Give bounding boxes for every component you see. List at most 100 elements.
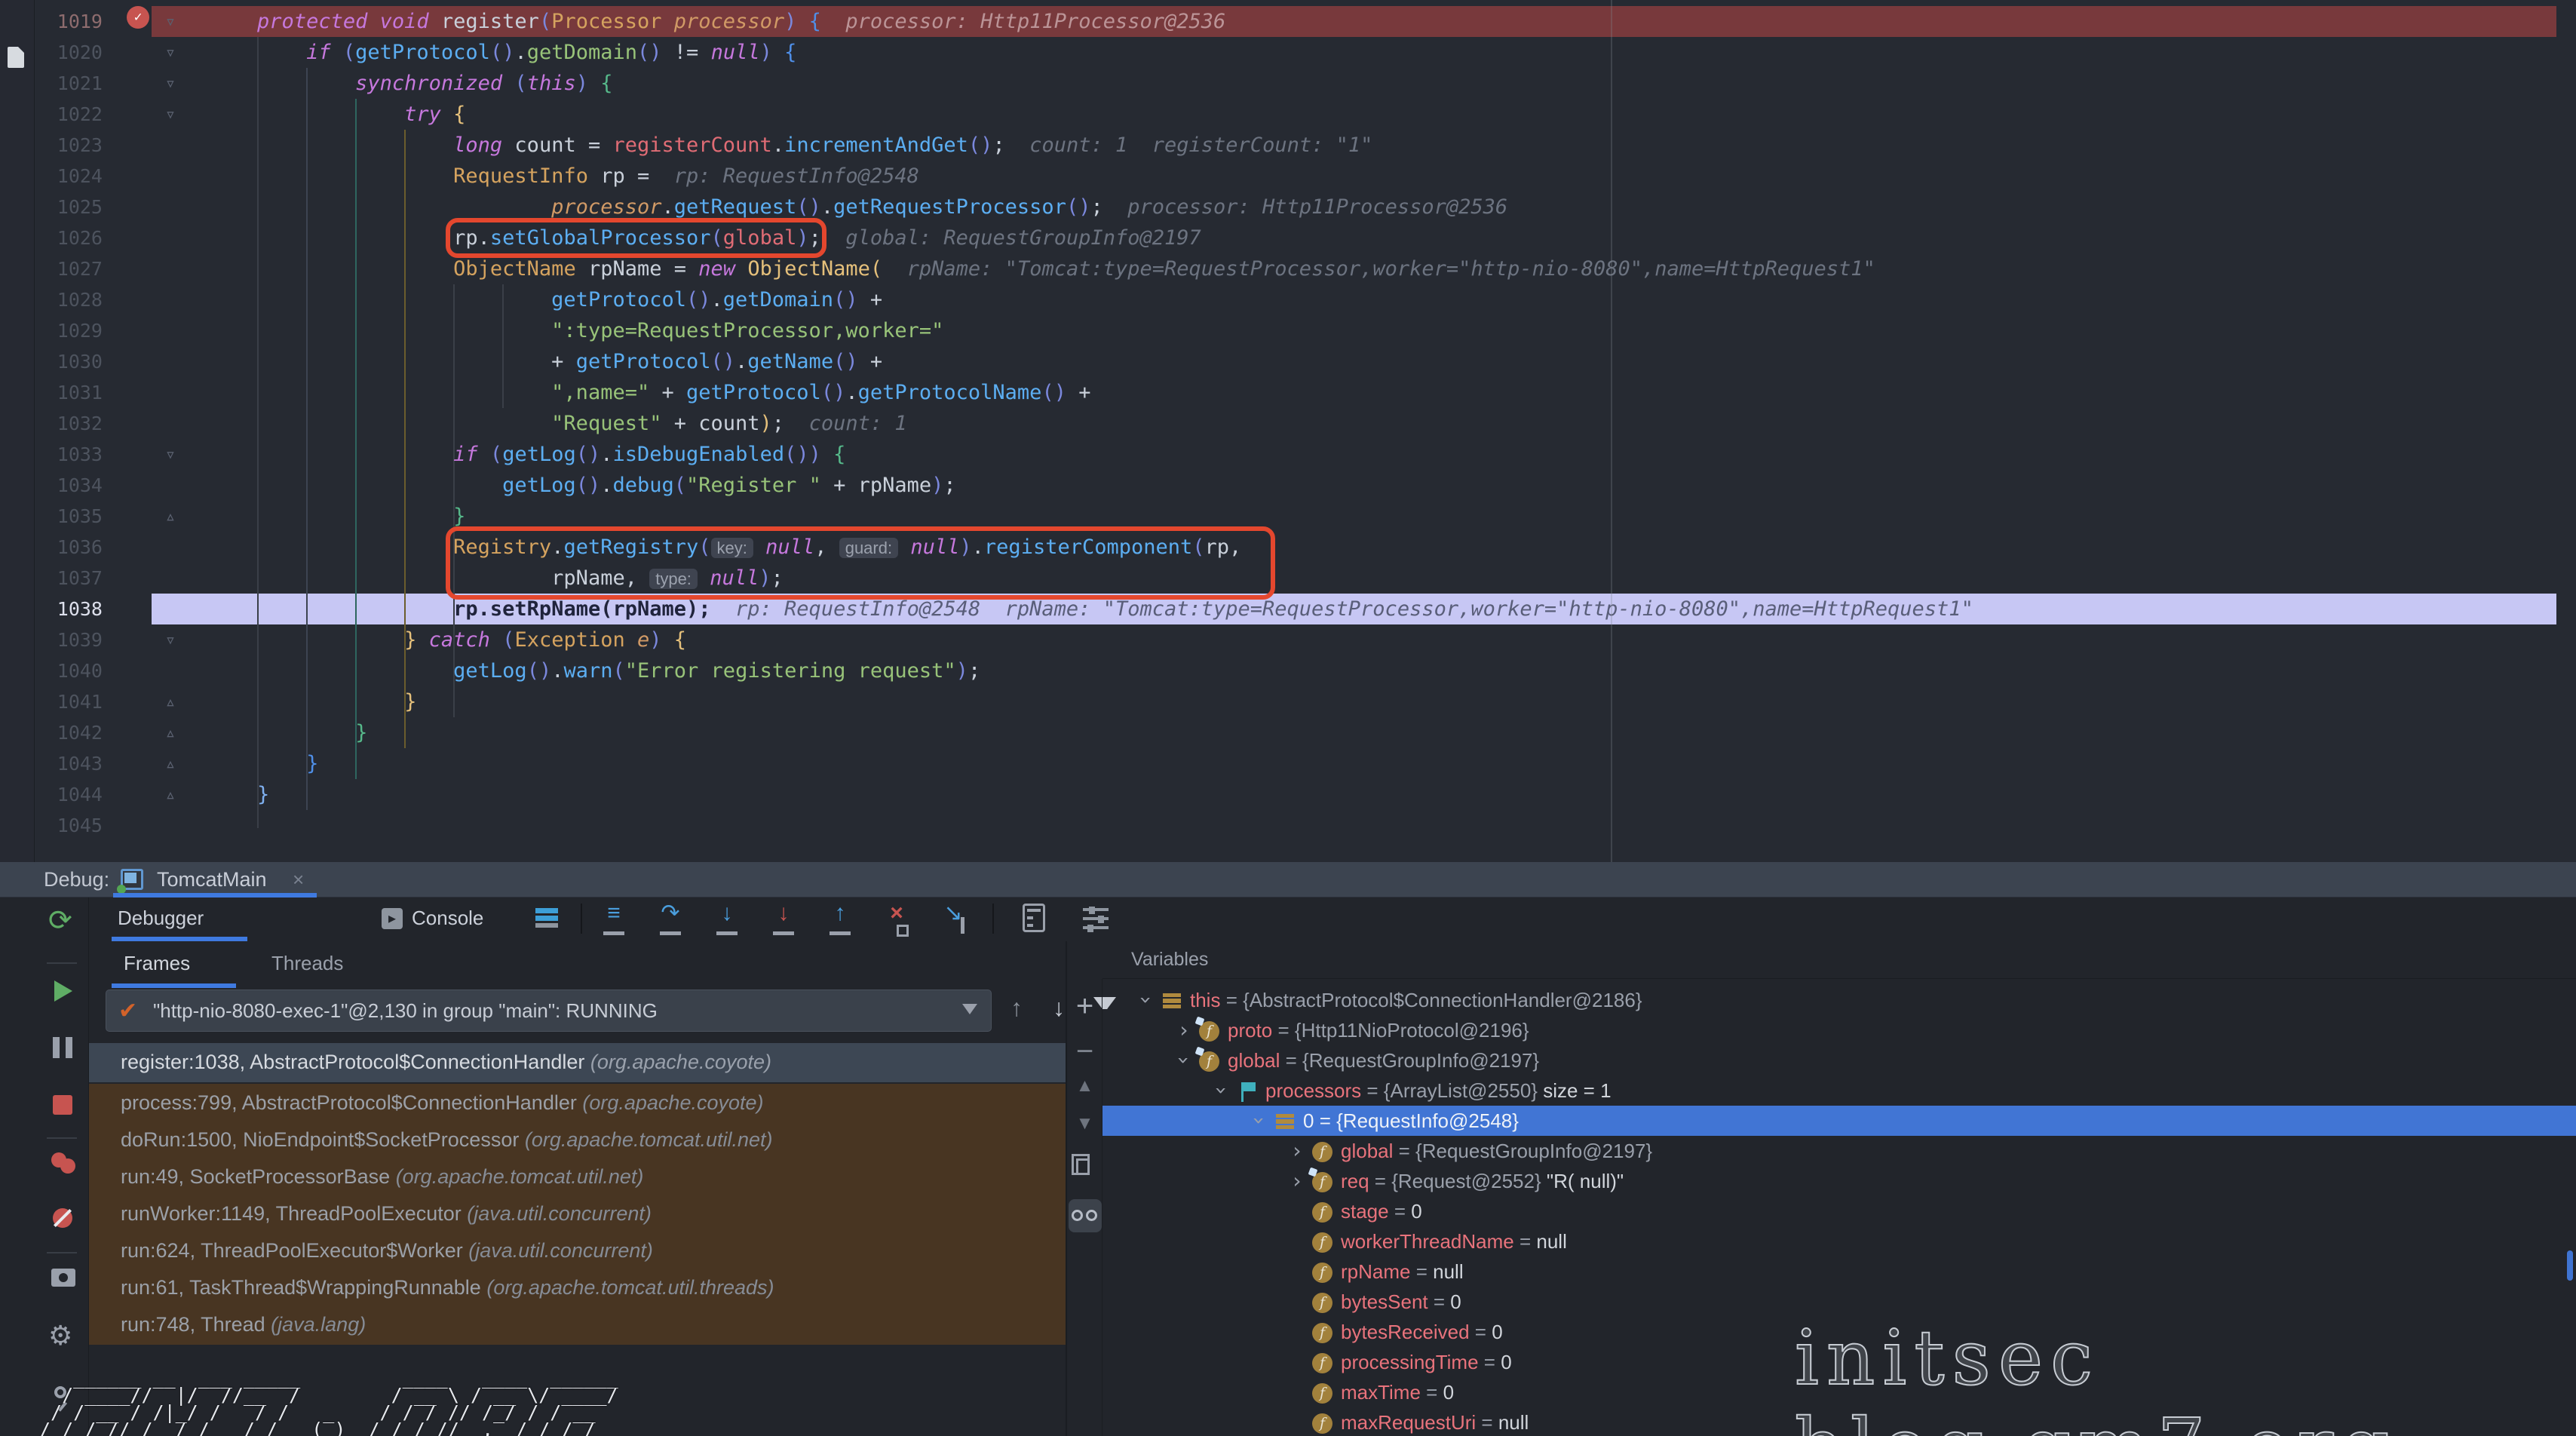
mute-breakpoints-icon[interactable] <box>53 1208 72 1228</box>
code-line[interactable]: 1035▵ } <box>35 501 2576 532</box>
frame-row[interactable]: register:1038, AbstractProtocol$Connecti… <box>89 1043 1066 1082</box>
tab-frames[interactable]: Frames <box>124 952 190 975</box>
pause-icon[interactable] <box>53 1037 72 1058</box>
move-up-icon[interactable]: ▲ <box>1067 1075 1102 1097</box>
variable-row[interactable]: fbytesSent = 0 <box>1102 1287 2576 1317</box>
value-bars-icon <box>1160 990 1190 1013</box>
code-line[interactable]: 1044▵ } <box>35 779 2576 810</box>
thread-dropdown-value: "http-nio-8080-exec-1"@2,130 in group "m… <box>153 999 658 1023</box>
code-line[interactable]: 1032 "Request" + count); count: 1 <box>35 408 2576 439</box>
line-number: 1038 <box>35 594 103 624</box>
run-to-cursor-icon[interactable]: ↘ <box>935 901 971 938</box>
variable-row[interactable]: fstage = 0 <box>1102 1196 2576 1226</box>
frame-up-icon[interactable]: ↑ <box>1010 994 1023 1022</box>
drop-frame-icon[interactable]: × <box>879 901 915 938</box>
tab-threads[interactable]: Threads <box>271 952 343 975</box>
frame-row[interactable]: run:61, TaskThread$WrappingRunnable (org… <box>89 1269 1066 1306</box>
tab-debugger[interactable]: Debugger <box>118 907 204 930</box>
field-icon: f <box>1311 1232 1341 1254</box>
code-line[interactable]: 1026 rp.setGlobalProcessor(global); glob… <box>35 222 2576 253</box>
code-line[interactable]: 1021▿ synchronized (this) { <box>35 68 2576 99</box>
frame-row[interactable]: doRun:1500, NioEndpoint$SocketProcessor … <box>89 1121 1066 1158</box>
line-number: 1032 <box>35 408 103 439</box>
breakpoint-icon[interactable]: ✓ <box>127 6 149 29</box>
variable-row[interactable]: ›fproto = {Http11NioProtocol@2196} <box>1102 1015 2576 1045</box>
view-breakpoints-icon[interactable] <box>51 1152 77 1175</box>
show-watches-glasses-icon[interactable] <box>1069 1199 1102 1232</box>
variable-row[interactable]: frpName = null <box>1102 1256 2576 1287</box>
settings-gear-icon[interactable]: ⚙ <box>48 1320 72 1352</box>
chevron-right-icon[interactable]: › <box>1283 1166 1311 1196</box>
code-line[interactable]: 1038 rp.setRpName(rpName); rp: RequestIn… <box>35 594 2576 624</box>
variable-row[interactable]: ›processors = {ArrayList@2550} size = 1 <box>1102 1075 2576 1106</box>
thread-dropdown[interactable]: ✔ "http-nio-8080-exec-1"@2,130 in group … <box>106 990 992 1032</box>
remove-watch-icon[interactable]: − <box>1067 1035 1102 1069</box>
chevron-down-icon[interactable]: › <box>1133 985 1160 1015</box>
scrollbar-thumb[interactable] <box>2567 1250 2573 1281</box>
chevron-right-icon[interactable]: › <box>1283 1136 1311 1166</box>
chevron-down-icon[interactable]: › <box>1208 1075 1235 1106</box>
code-line[interactable]: 1043▵ } <box>35 748 2576 779</box>
code-line[interactable]: 1034 getLog().debug("Register " + rpName… <box>35 470 2576 501</box>
force-step-into-icon[interactable]: ↓ <box>765 901 802 938</box>
code-line[interactable]: 1023 long count = registerCount.incremen… <box>35 130 2576 161</box>
variable-row[interactable]: ›fglobal = {RequestGroupInfo@2197} <box>1102 1136 2576 1166</box>
step-over-icon[interactable]: ↷ <box>652 901 688 938</box>
layout-icon[interactable] <box>535 908 558 929</box>
chevron-down-icon[interactable]: › <box>1170 1045 1198 1075</box>
line-number: 1044 <box>35 779 103 810</box>
tab-console[interactable]: Console <box>412 907 483 930</box>
variable-row[interactable]: ›this = {AbstractProtocol$ConnectionHand… <box>1102 985 2576 1015</box>
code-line[interactable]: 1042▵ } <box>35 717 2576 748</box>
rerun-icon[interactable]: ⟳ <box>48 904 72 937</box>
line-number: 1027 <box>35 253 103 284</box>
code-line[interactable]: 1037 rpName, type: null); <box>35 563 2576 594</box>
code-line[interactable]: 1022▿ try { <box>35 99 2576 130</box>
variable-row[interactable]: ›freq = {Request@2552} "R( null)" <box>1102 1166 2576 1196</box>
step-out-icon[interactable]: ↑ <box>822 901 858 938</box>
step-into-icon[interactable]: ↓ <box>709 901 745 938</box>
code-line[interactable]: 1030 + getProtocol().getName() + <box>35 346 2576 377</box>
code-line[interactable]: 1025 processor.getRequest().getRequestPr… <box>35 192 2576 222</box>
code-line[interactable]: 1045 <box>35 810 2576 841</box>
view-options-icon[interactable] <box>1083 907 1109 931</box>
code-line[interactable]: 1031 ",name=" + getProtocol().getProtoco… <box>35 377 2576 408</box>
chevron-right-icon[interactable]: › <box>1170 1015 1198 1045</box>
variable-row[interactable]: fworkerThreadName = null <box>1102 1226 2576 1256</box>
add-watch-icon[interactable]: + <box>1067 990 1102 1023</box>
thread-dump-camera-icon[interactable] <box>51 1269 75 1287</box>
session-tab[interactable]: TomcatMain <box>157 868 267 891</box>
close-icon[interactable]: × <box>293 868 304 891</box>
resume-icon[interactable] <box>54 980 72 1002</box>
chevron-down-icon[interactable]: › <box>1246 1106 1273 1136</box>
field-icon: f <box>1311 1141 1341 1164</box>
frame-row[interactable]: process:799, AbstractProtocol$Connection… <box>89 1084 1066 1121</box>
code-line[interactable]: 1024 RequestInfo rp = rp: RequestInfo@25… <box>35 161 2576 192</box>
code-editor[interactable]: 1019✓▿ protected void register(Processor… <box>35 0 2576 862</box>
line-number: 1040 <box>35 655 103 686</box>
variable-row[interactable]: ›fglobal = {RequestGroupInfo@2197} <box>1102 1045 2576 1075</box>
document-icon[interactable] <box>8 47 24 68</box>
variable-row[interactable]: ›0 = {RequestInfo@2548} <box>1102 1106 2576 1136</box>
frame-row[interactable]: run:49, SocketProcessorBase (org.apache.… <box>89 1158 1066 1195</box>
copy-icon[interactable] <box>1076 1158 1090 1175</box>
frame-row[interactable]: run:748, Thread (java.lang) <box>89 1306 1066 1343</box>
code-line[interactable]: 1020▿ if (getProtocol().getDomain() != n… <box>35 37 2576 68</box>
stop-icon[interactable] <box>53 1095 72 1115</box>
code-line[interactable]: 1027 ObjectName rpName = new ObjectName(… <box>35 253 2576 284</box>
code-line[interactable]: 1028 getProtocol().getDomain() + <box>35 284 2576 315</box>
code-line[interactable]: 1033▿ if (getLog().isDebugEnabled()) { <box>35 439 2576 470</box>
code-line[interactable]: 1019✓▿ protected void register(Processor… <box>35 6 2576 37</box>
code-line[interactable]: 1029 ":type=RequestProcessor,worker=" <box>35 315 2576 346</box>
move-down-icon[interactable]: ▼ <box>1067 1113 1102 1134</box>
line-number: 1037 <box>35 563 103 594</box>
code-line[interactable]: 1041▵ } <box>35 686 2576 717</box>
frame-down-icon[interactable]: ↓ <box>1053 994 1065 1022</box>
evaluate-expression-icon[interactable] <box>1023 904 1045 932</box>
frame-row[interactable]: run:624, ThreadPoolExecutor$Worker (java… <box>89 1232 1066 1269</box>
code-line[interactable]: 1039▿ } catch (Exception e) { <box>35 624 2576 655</box>
code-line[interactable]: 1040 getLog().warn("Error registering re… <box>35 655 2576 686</box>
show-execution-point-icon[interactable]: ≡ <box>596 901 632 938</box>
frame-row[interactable]: runWorker:1149, ThreadPoolExecutor (java… <box>89 1195 1066 1232</box>
code-line[interactable]: 1036 Registry.getRegistry(key: null, gua… <box>35 532 2576 563</box>
